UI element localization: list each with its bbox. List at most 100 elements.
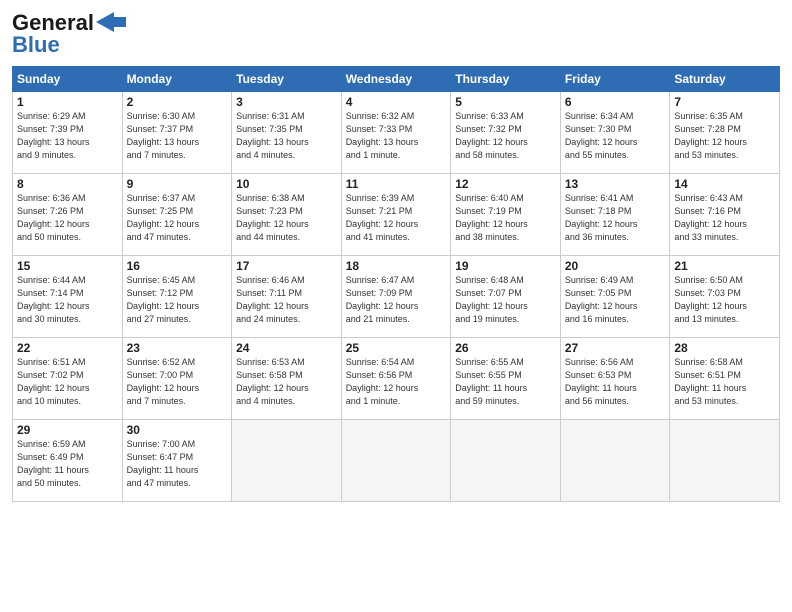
calendar-cell: 9Sunrise: 6:37 AM Sunset: 7:25 PM Daylig… bbox=[122, 174, 232, 256]
day-info: Sunrise: 6:45 AM Sunset: 7:12 PM Dayligh… bbox=[127, 274, 228, 326]
day-info: Sunrise: 6:50 AM Sunset: 7:03 PM Dayligh… bbox=[674, 274, 775, 326]
calendar-cell: 26Sunrise: 6:55 AM Sunset: 6:55 PM Dayli… bbox=[451, 338, 561, 420]
main-container: General Blue SundayMondayTuesdayWednesda… bbox=[0, 0, 792, 510]
day-info: Sunrise: 6:53 AM Sunset: 6:58 PM Dayligh… bbox=[236, 356, 337, 408]
day-info: Sunrise: 6:34 AM Sunset: 7:30 PM Dayligh… bbox=[565, 110, 666, 162]
day-number: 28 bbox=[674, 341, 775, 355]
calendar-week-row: 22Sunrise: 6:51 AM Sunset: 7:02 PM Dayli… bbox=[13, 338, 780, 420]
calendar-cell: 4Sunrise: 6:32 AM Sunset: 7:33 PM Daylig… bbox=[341, 92, 451, 174]
day-number: 5 bbox=[455, 95, 556, 109]
calendar-cell bbox=[451, 420, 561, 502]
day-number: 6 bbox=[565, 95, 666, 109]
day-info: Sunrise: 6:40 AM Sunset: 7:19 PM Dayligh… bbox=[455, 192, 556, 244]
calendar-cell: 23Sunrise: 6:52 AM Sunset: 7:00 PM Dayli… bbox=[122, 338, 232, 420]
day-info: Sunrise: 6:36 AM Sunset: 7:26 PM Dayligh… bbox=[17, 192, 118, 244]
calendar-cell: 10Sunrise: 6:38 AM Sunset: 7:23 PM Dayli… bbox=[232, 174, 342, 256]
calendar-cell: 12Sunrise: 6:40 AM Sunset: 7:19 PM Dayli… bbox=[451, 174, 561, 256]
day-number: 1 bbox=[17, 95, 118, 109]
day-info: Sunrise: 6:59 AM Sunset: 6:49 PM Dayligh… bbox=[17, 438, 118, 490]
calendar-cell: 27Sunrise: 6:56 AM Sunset: 6:53 PM Dayli… bbox=[560, 338, 670, 420]
logo-blue: Blue bbox=[12, 32, 60, 58]
calendar-cell: 20Sunrise: 6:49 AM Sunset: 7:05 PM Dayli… bbox=[560, 256, 670, 338]
day-number: 19 bbox=[455, 259, 556, 273]
calendar-cell: 3Sunrise: 6:31 AM Sunset: 7:35 PM Daylig… bbox=[232, 92, 342, 174]
day-info: Sunrise: 6:31 AM Sunset: 7:35 PM Dayligh… bbox=[236, 110, 337, 162]
day-info: Sunrise: 6:52 AM Sunset: 7:00 PM Dayligh… bbox=[127, 356, 228, 408]
day-number: 29 bbox=[17, 423, 118, 437]
calendar-cell: 7Sunrise: 6:35 AM Sunset: 7:28 PM Daylig… bbox=[670, 92, 780, 174]
day-number: 13 bbox=[565, 177, 666, 191]
day-info: Sunrise: 6:35 AM Sunset: 7:28 PM Dayligh… bbox=[674, 110, 775, 162]
day-number: 21 bbox=[674, 259, 775, 273]
calendar-header-cell: Sunday bbox=[13, 67, 123, 92]
day-number: 15 bbox=[17, 259, 118, 273]
day-info: Sunrise: 6:58 AM Sunset: 6:51 PM Dayligh… bbox=[674, 356, 775, 408]
day-info: Sunrise: 6:47 AM Sunset: 7:09 PM Dayligh… bbox=[346, 274, 447, 326]
calendar-week-row: 29Sunrise: 6:59 AM Sunset: 6:49 PM Dayli… bbox=[13, 420, 780, 502]
day-number: 27 bbox=[565, 341, 666, 355]
day-info: Sunrise: 6:41 AM Sunset: 7:18 PM Dayligh… bbox=[565, 192, 666, 244]
calendar-cell bbox=[341, 420, 451, 502]
day-info: Sunrise: 6:29 AM Sunset: 7:39 PM Dayligh… bbox=[17, 110, 118, 162]
day-info: Sunrise: 6:43 AM Sunset: 7:16 PM Dayligh… bbox=[674, 192, 775, 244]
day-number: 2 bbox=[127, 95, 228, 109]
calendar-header-cell: Tuesday bbox=[232, 67, 342, 92]
calendar-cell: 24Sunrise: 6:53 AM Sunset: 6:58 PM Dayli… bbox=[232, 338, 342, 420]
day-number: 24 bbox=[236, 341, 337, 355]
day-info: Sunrise: 6:49 AM Sunset: 7:05 PM Dayligh… bbox=[565, 274, 666, 326]
calendar-body: 1Sunrise: 6:29 AM Sunset: 7:39 PM Daylig… bbox=[13, 92, 780, 502]
calendar-week-row: 1Sunrise: 6:29 AM Sunset: 7:39 PM Daylig… bbox=[13, 92, 780, 174]
calendar-table: SundayMondayTuesdayWednesdayThursdayFrid… bbox=[12, 66, 780, 502]
calendar-header-cell: Monday bbox=[122, 67, 232, 92]
calendar-header-cell: Friday bbox=[560, 67, 670, 92]
day-info: Sunrise: 6:39 AM Sunset: 7:21 PM Dayligh… bbox=[346, 192, 447, 244]
day-number: 20 bbox=[565, 259, 666, 273]
day-info: Sunrise: 6:54 AM Sunset: 6:56 PM Dayligh… bbox=[346, 356, 447, 408]
day-number: 22 bbox=[17, 341, 118, 355]
day-info: Sunrise: 6:32 AM Sunset: 7:33 PM Dayligh… bbox=[346, 110, 447, 162]
day-info: Sunrise: 6:46 AM Sunset: 7:11 PM Dayligh… bbox=[236, 274, 337, 326]
day-number: 23 bbox=[127, 341, 228, 355]
header: General Blue bbox=[12, 10, 780, 58]
logo-arrow-icon bbox=[96, 12, 126, 32]
day-number: 12 bbox=[455, 177, 556, 191]
calendar-cell bbox=[560, 420, 670, 502]
calendar-cell: 21Sunrise: 6:50 AM Sunset: 7:03 PM Dayli… bbox=[670, 256, 780, 338]
day-info: Sunrise: 6:48 AM Sunset: 7:07 PM Dayligh… bbox=[455, 274, 556, 326]
calendar-cell: 13Sunrise: 6:41 AM Sunset: 7:18 PM Dayli… bbox=[560, 174, 670, 256]
day-number: 7 bbox=[674, 95, 775, 109]
calendar-cell: 16Sunrise: 6:45 AM Sunset: 7:12 PM Dayli… bbox=[122, 256, 232, 338]
day-number: 10 bbox=[236, 177, 337, 191]
day-info: Sunrise: 6:56 AM Sunset: 6:53 PM Dayligh… bbox=[565, 356, 666, 408]
day-info: Sunrise: 6:51 AM Sunset: 7:02 PM Dayligh… bbox=[17, 356, 118, 408]
calendar-header-cell: Saturday bbox=[670, 67, 780, 92]
calendar-cell: 17Sunrise: 6:46 AM Sunset: 7:11 PM Dayli… bbox=[232, 256, 342, 338]
calendar-header-cell: Thursday bbox=[451, 67, 561, 92]
calendar-cell: 30Sunrise: 7:00 AM Sunset: 6:47 PM Dayli… bbox=[122, 420, 232, 502]
day-info: Sunrise: 6:55 AM Sunset: 6:55 PM Dayligh… bbox=[455, 356, 556, 408]
day-number: 18 bbox=[346, 259, 447, 273]
day-number: 9 bbox=[127, 177, 228, 191]
logo: General Blue bbox=[12, 10, 126, 58]
day-number: 30 bbox=[127, 423, 228, 437]
calendar-cell: 5Sunrise: 6:33 AM Sunset: 7:32 PM Daylig… bbox=[451, 92, 561, 174]
day-number: 4 bbox=[346, 95, 447, 109]
day-info: Sunrise: 6:44 AM Sunset: 7:14 PM Dayligh… bbox=[17, 274, 118, 326]
calendar-cell: 1Sunrise: 6:29 AM Sunset: 7:39 PM Daylig… bbox=[13, 92, 123, 174]
calendar-cell: 11Sunrise: 6:39 AM Sunset: 7:21 PM Dayli… bbox=[341, 174, 451, 256]
calendar-cell: 15Sunrise: 6:44 AM Sunset: 7:14 PM Dayli… bbox=[13, 256, 123, 338]
calendar-week-row: 15Sunrise: 6:44 AM Sunset: 7:14 PM Dayli… bbox=[13, 256, 780, 338]
calendar-week-row: 8Sunrise: 6:36 AM Sunset: 7:26 PM Daylig… bbox=[13, 174, 780, 256]
calendar-header-cell: Wednesday bbox=[341, 67, 451, 92]
calendar-cell: 25Sunrise: 6:54 AM Sunset: 6:56 PM Dayli… bbox=[341, 338, 451, 420]
day-number: 16 bbox=[127, 259, 228, 273]
calendar-cell bbox=[670, 420, 780, 502]
calendar-cell: 6Sunrise: 6:34 AM Sunset: 7:30 PM Daylig… bbox=[560, 92, 670, 174]
day-info: Sunrise: 6:30 AM Sunset: 7:37 PM Dayligh… bbox=[127, 110, 228, 162]
day-number: 26 bbox=[455, 341, 556, 355]
day-number: 14 bbox=[674, 177, 775, 191]
day-info: Sunrise: 6:38 AM Sunset: 7:23 PM Dayligh… bbox=[236, 192, 337, 244]
calendar-cell: 29Sunrise: 6:59 AM Sunset: 6:49 PM Dayli… bbox=[13, 420, 123, 502]
day-number: 8 bbox=[17, 177, 118, 191]
day-number: 25 bbox=[346, 341, 447, 355]
